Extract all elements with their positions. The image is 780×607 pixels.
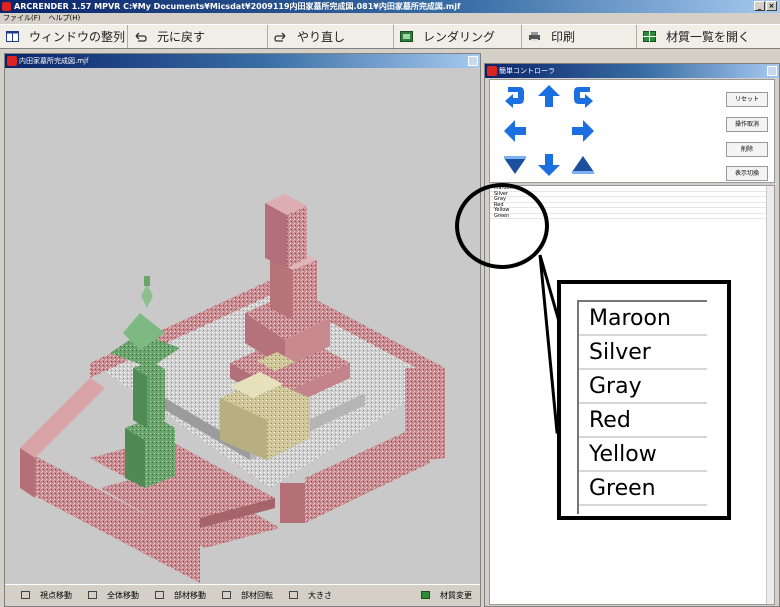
- print-button[interactable]: 印刷: [522, 25, 637, 48]
- zoomed-list-item: Green: [579, 472, 707, 506]
- arrow-down-icon: [538, 154, 560, 176]
- grid-move-icon: [88, 591, 97, 599]
- undo-icon: [134, 31, 147, 42]
- callout-circle: [455, 183, 549, 269]
- controller-title-bar: 簡単コントローラ: [485, 64, 779, 78]
- toolbar: ウィンドウの整列 元に戻す やり直し レンダリング 印刷 材質一覧を開く: [0, 24, 780, 49]
- zoomed-list-box: Maroon Silver Gray Red Yellow Green: [557, 280, 731, 520]
- open-material-list-label: 材質一覧を開く: [666, 30, 751, 44]
- material-change-tool[interactable]: 材質変更: [413, 590, 472, 601]
- viewport-window: 内田家墓所完成図.mjf 視点移動 全体移動 部材移動 部材回転 大きさ 材質変…: [4, 53, 481, 607]
- menu-file[interactable]: ファイル(F): [3, 13, 41, 24]
- printer-icon: [528, 31, 541, 42]
- zoomed-list-item: Red: [579, 404, 707, 438]
- rotate-right-button[interactable]: [570, 83, 596, 109]
- viewport-app-icon: [7, 56, 17, 66]
- minimize-button[interactable]: _: [754, 1, 765, 11]
- arrange-windows-button[interactable]: ウィンドウの整列: [0, 25, 128, 48]
- window-tile-icon: [6, 31, 19, 42]
- title-bar: ARCRENDER 1.57 MPVR C:¥My Documents¥Mics…: [0, 0, 780, 13]
- pan-all-label: 全体移動: [107, 591, 139, 600]
- resize-icon: [289, 591, 298, 599]
- menu-help[interactable]: ヘルプ(H): [49, 13, 81, 24]
- part-move-tool[interactable]: 部材移動: [147, 590, 206, 601]
- viewport-close-button[interactable]: [468, 56, 478, 66]
- delete-button[interactable]: 削除: [726, 142, 768, 157]
- zoomed-list-item: Gray: [579, 370, 707, 404]
- part-move-label: 部材移動: [174, 591, 206, 600]
- window-controls: _ ×: [754, 1, 777, 11]
- pan-all-tool[interactable]: 全体移動: [80, 590, 139, 601]
- raise-button[interactable]: [570, 152, 596, 178]
- close-window-button[interactable]: ×: [766, 1, 777, 11]
- toggle-display-button[interactable]: 表示切換: [726, 166, 768, 181]
- viewport-status-bar: 視点移動 全体移動 部材移動 部材回転 大きさ 材質変更: [5, 584, 480, 606]
- move-down-button[interactable]: [536, 152, 562, 178]
- viewport-title-bar: 内田家墓所完成図.mjf: [5, 54, 480, 68]
- move-left-button[interactable]: [502, 118, 528, 144]
- zoomed-list-item: Yellow: [579, 438, 707, 472]
- size-label: 大きさ: [308, 591, 332, 600]
- move-cross-icon: [155, 591, 164, 599]
- menu-bar: ファイル(F) ヘルプ(H): [0, 13, 780, 24]
- grave-model-render: [20, 194, 445, 583]
- zoomed-list-item: Maroon: [579, 302, 707, 336]
- arrow-left-icon: [504, 120, 526, 142]
- controller-app-icon: [487, 66, 497, 76]
- controller-pad: リセット 操作取消 削除 表示切換: [489, 79, 775, 183]
- triangle-down-icon: [504, 158, 526, 174]
- material-list-icon: [643, 31, 656, 42]
- zoomed-list-item: Silver: [579, 336, 707, 370]
- lower-button[interactable]: [502, 152, 528, 178]
- part-rotate-label: 部材回転: [241, 591, 273, 600]
- controller-title: 簡単コントローラ: [499, 67, 555, 75]
- open-material-list-button[interactable]: 材質一覧を開く: [637, 25, 780, 48]
- rotate-left-button[interactable]: [502, 83, 528, 109]
- app-window: ARCRENDER 1.57 MPVR C:¥My Documents¥Mics…: [0, 0, 780, 607]
- cancel-operation-button[interactable]: 操作取消: [726, 117, 768, 132]
- move-right-button[interactable]: [570, 118, 596, 144]
- material-grid-icon: [421, 591, 430, 599]
- redo-button[interactable]: やり直し: [268, 25, 394, 48]
- arrow-up-icon: [538, 85, 560, 107]
- render-icon: [400, 31, 413, 42]
- binoculars-icon: [21, 591, 30, 599]
- list-scrollbar[interactable]: [766, 186, 774, 604]
- view-move-label: 視点移動: [40, 591, 72, 600]
- arrow-right-icon: [572, 120, 594, 142]
- triangle-up-icon: [572, 156, 594, 172]
- rotate-right-icon: [574, 87, 593, 108]
- view-move-tool[interactable]: 視点移動: [13, 590, 72, 601]
- 3d-scene[interactable]: [5, 68, 480, 596]
- redo-label: やり直し: [297, 30, 346, 44]
- material-change-label: 材質変更: [440, 591, 472, 600]
- window-title: ARCRENDER 1.57 MPVR C:¥My Documents¥Mics…: [14, 2, 461, 11]
- undo-button[interactable]: 元に戻す: [128, 25, 268, 48]
- arrange-windows-label: ウィンドウの整列: [29, 30, 126, 44]
- rotate-left-icon: [505, 87, 524, 108]
- reset-button[interactable]: リセット: [726, 92, 768, 107]
- render-label: レンダリング: [423, 30, 496, 44]
- zoomed-list: Maroon Silver Gray Red Yellow Green: [577, 300, 707, 514]
- size-tool[interactable]: 大きさ: [281, 590, 332, 601]
- move-up-button[interactable]: [536, 83, 562, 109]
- render-button[interactable]: レンダリング: [394, 25, 522, 48]
- part-rotate-tool[interactable]: 部材回転: [214, 590, 273, 601]
- redo-icon: [274, 31, 287, 42]
- app-icon: [2, 2, 11, 11]
- print-label: 印刷: [551, 30, 576, 44]
- controller-close-button[interactable]: [767, 66, 777, 76]
- undo-label: 元に戻す: [157, 30, 206, 44]
- viewport-title: 内田家墓所完成図.mjf: [19, 57, 89, 65]
- rotate-icon: [222, 591, 231, 599]
